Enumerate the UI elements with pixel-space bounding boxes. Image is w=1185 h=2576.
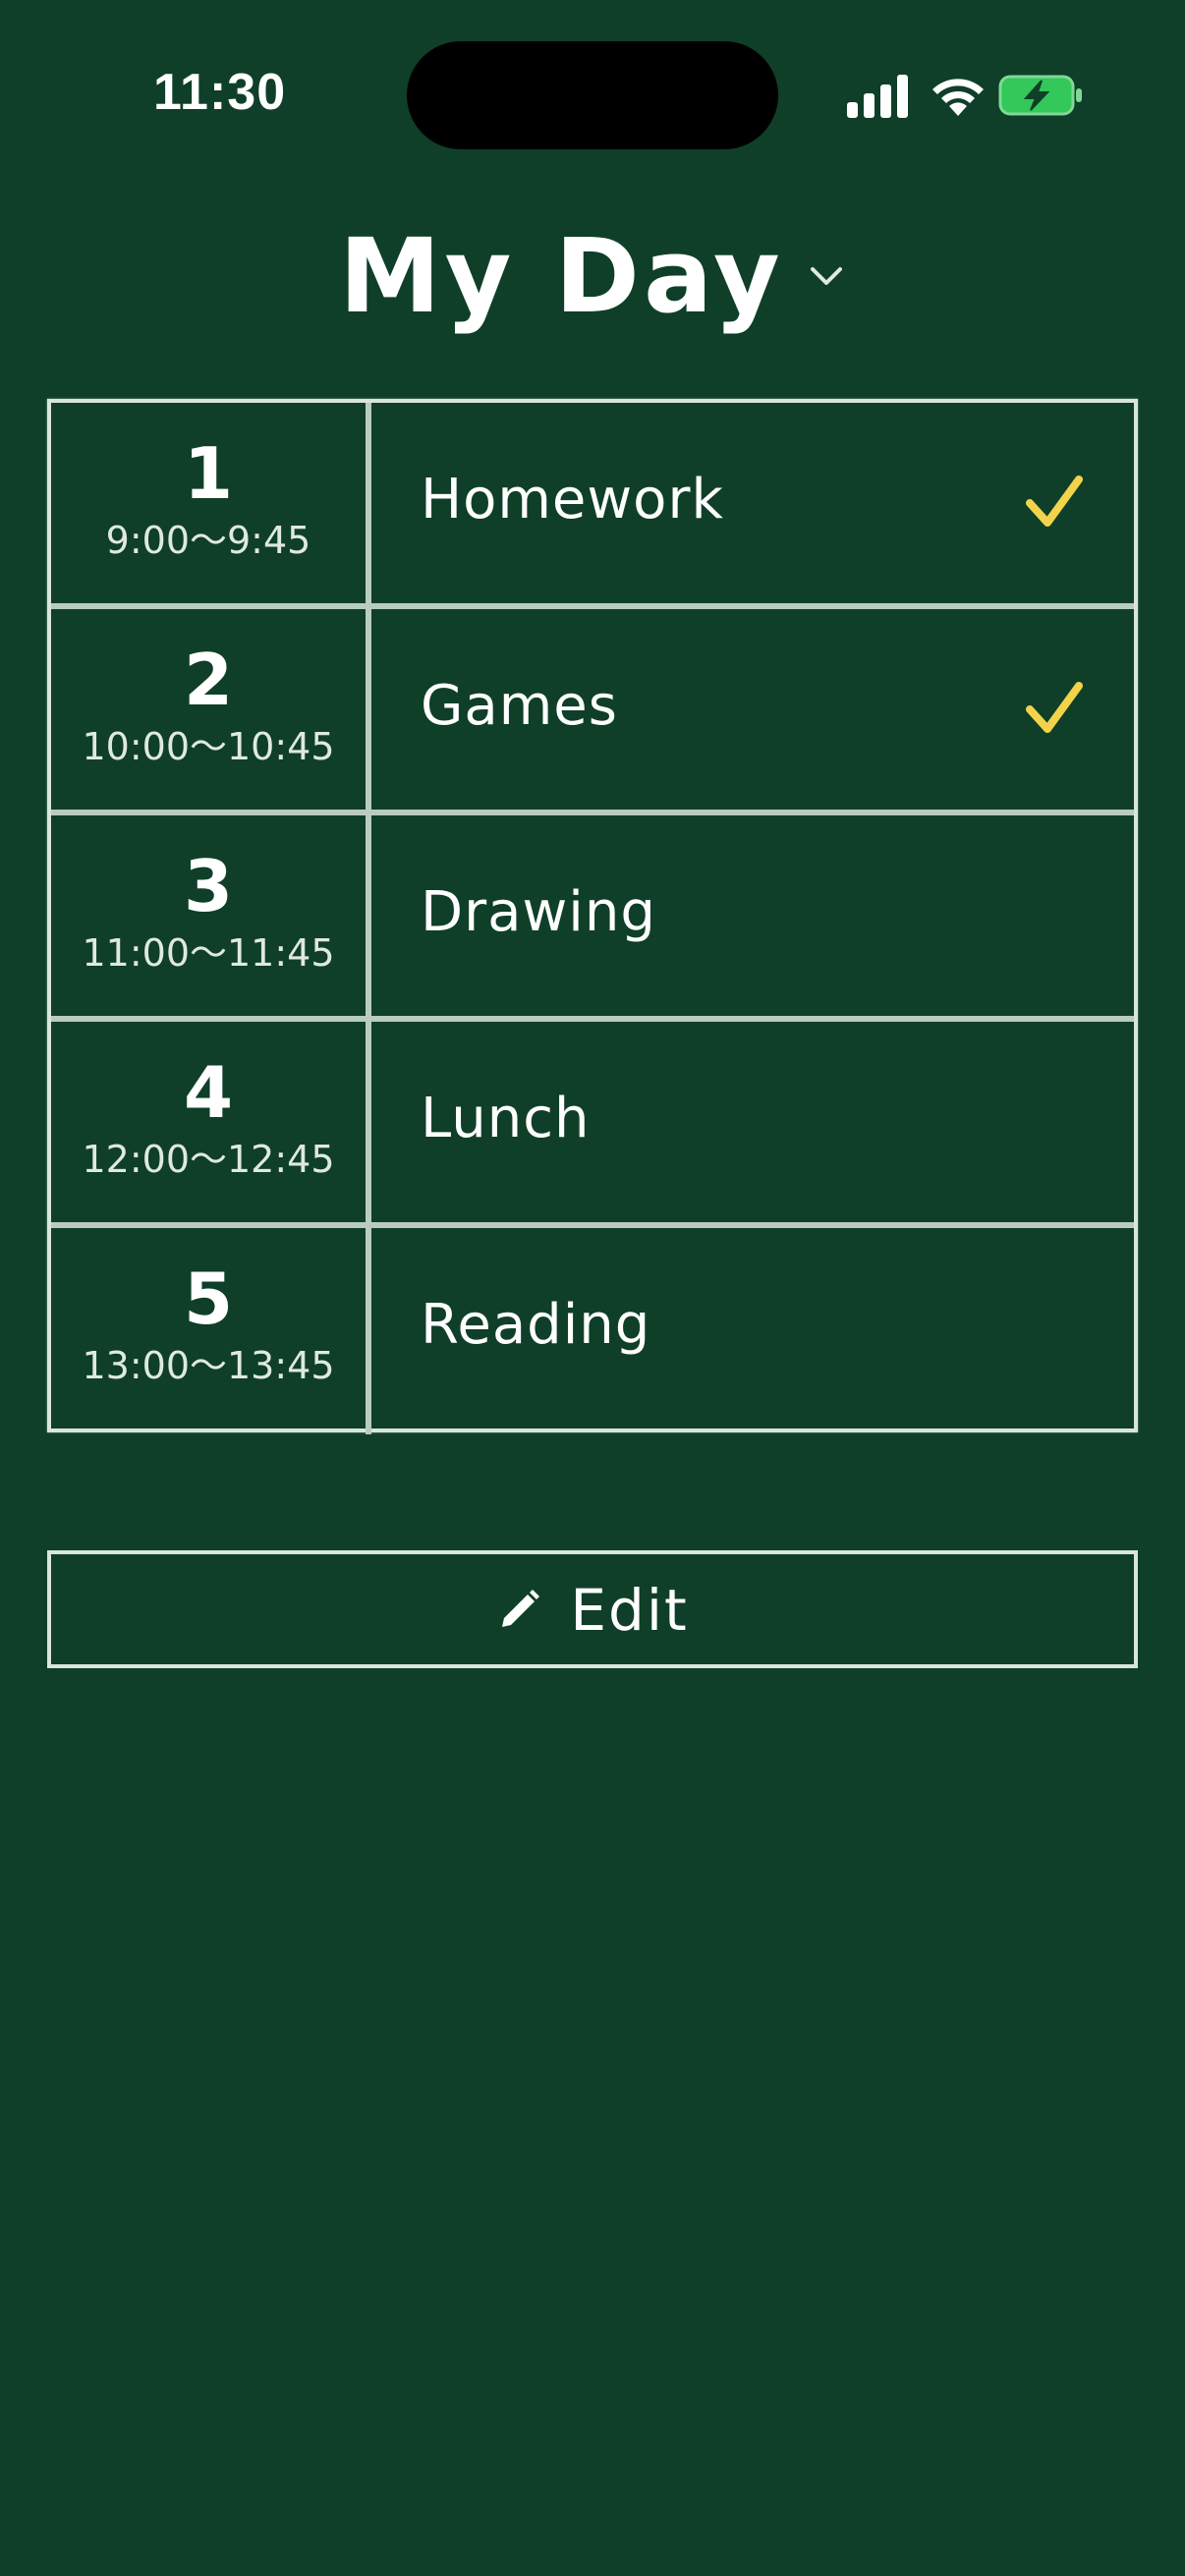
pencil-icon (496, 1588, 541, 1633)
activity-label: Lunch (421, 1087, 591, 1150)
chevron-down-icon (807, 256, 846, 296)
activity-label: Homework (421, 468, 724, 532)
title-dropdown[interactable]: My Day (0, 216, 1185, 344)
schedule-row[interactable]: 5 13:00〜13:45 Reading (51, 1228, 1134, 1434)
period-time: 13:00〜13:45 (82, 1344, 335, 1387)
period-time: 10:00〜10:45 (82, 725, 335, 768)
checkmark-icon (1024, 678, 1085, 739)
edit-button-content: Edit (51, 1576, 1134, 1645)
period-cell: 3 11:00〜11:45 (51, 815, 371, 1016)
activity-label: Drawing (421, 880, 656, 944)
activity-label: Games (421, 674, 618, 738)
period-cell: 4 12:00〜12:45 (51, 1022, 371, 1222)
schedule-row[interactable]: 1 9:00〜9:45 Homework (51, 403, 1134, 609)
status-bar: 11:30 (0, 0, 1185, 187)
period-time: 12:00〜12:45 (82, 1138, 335, 1181)
period-cell: 5 13:00〜13:45 (51, 1228, 371, 1434)
period-time: 9:00〜9:45 (105, 519, 311, 562)
activity-label: Reading (421, 1293, 651, 1357)
schedule-row[interactable]: 3 11:00〜11:45 Drawing (51, 815, 1134, 1022)
page-title: My Day (339, 216, 784, 336)
period-time: 11:00〜11:45 (82, 931, 335, 975)
edit-button[interactable]: Edit (47, 1550, 1138, 1668)
checkmark-icon (1024, 472, 1085, 532)
status-time: 11:30 (153, 64, 287, 121)
schedule-row[interactable]: 4 12:00〜12:45 Lunch (51, 1022, 1134, 1228)
schedule-row[interactable]: 2 10:00〜10:45 Games (51, 609, 1134, 815)
cellular-signal-icon (847, 75, 910, 118)
status-icons (847, 71, 1083, 120)
dynamic-island (407, 41, 778, 149)
period-number: 4 (183, 1051, 234, 1134)
schedule-table: 1 9:00〜9:45 Homework 2 10:00〜10:45 Games… (47, 399, 1138, 1434)
period-number: 1 (183, 432, 234, 515)
period-number: 3 (183, 845, 234, 927)
edit-button-label: Edit (570, 1577, 689, 1644)
period-number: 2 (183, 639, 234, 721)
period-cell: 2 10:00〜10:45 (51, 609, 371, 810)
period-cell: 1 9:00〜9:45 (51, 403, 371, 603)
wifi-icon (930, 73, 987, 116)
period-number: 5 (183, 1258, 234, 1340)
battery-charging-icon (998, 71, 1083, 120)
